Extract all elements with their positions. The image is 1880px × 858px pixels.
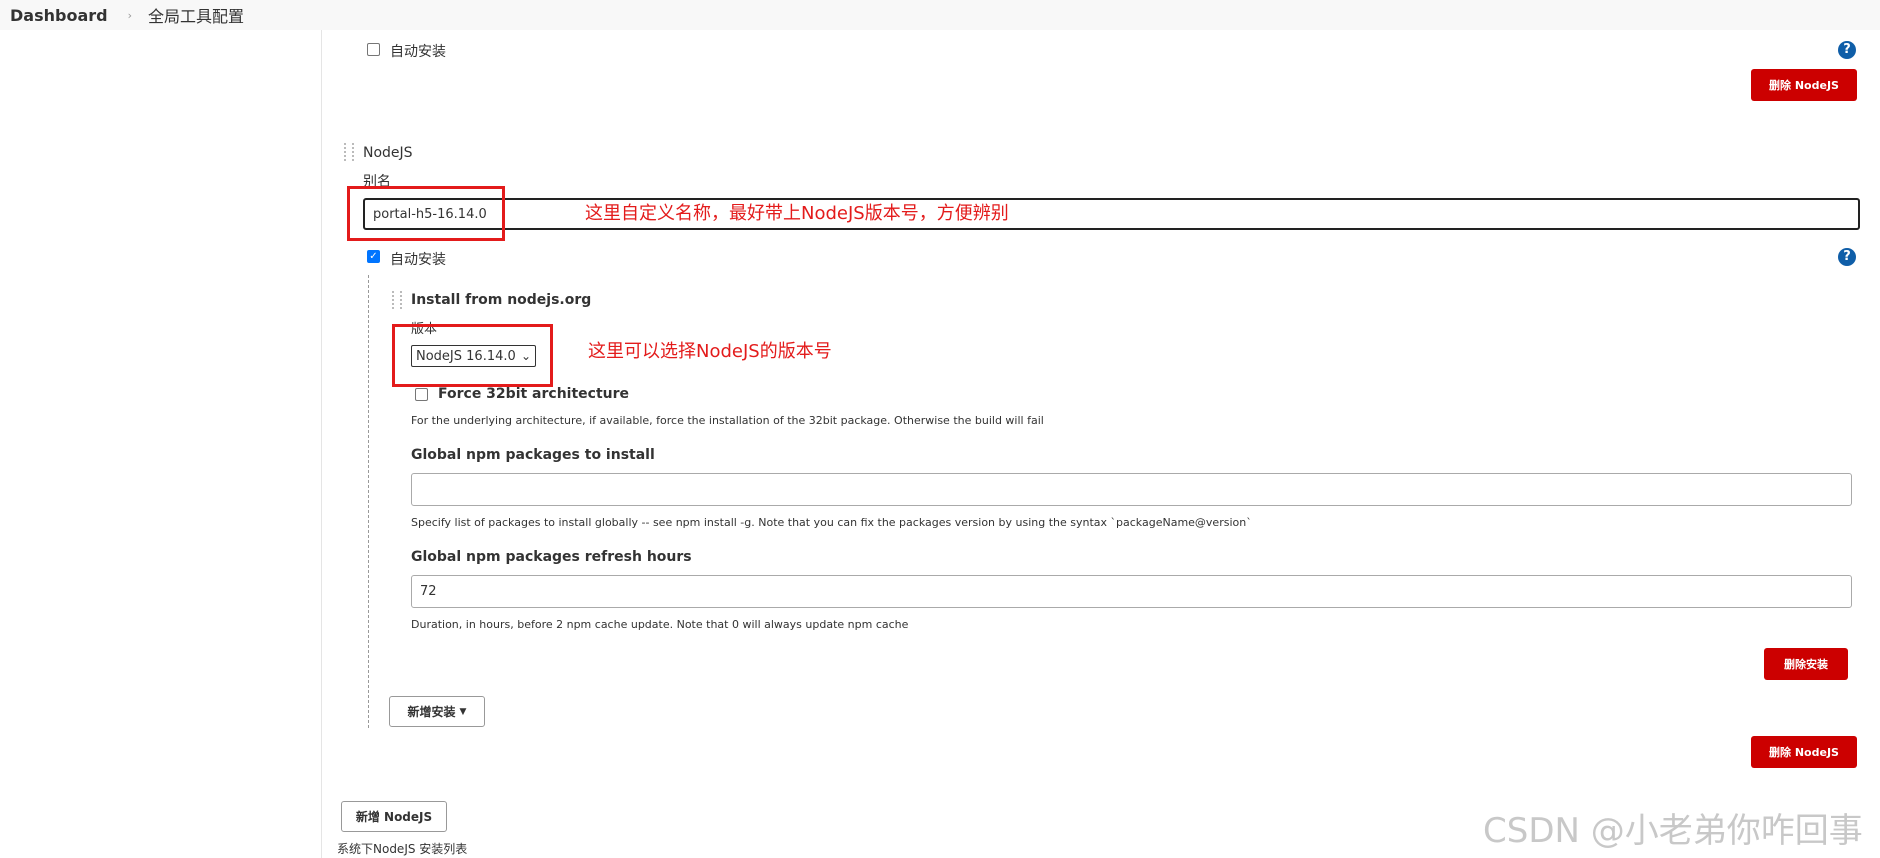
watermark: CSDN @小老弟你咋回事 xyxy=(1483,811,1863,851)
caret-down-icon: ▼ xyxy=(459,706,467,717)
version-highlight-box xyxy=(392,324,553,387)
version-annotation: 这里可以选择NodeJS的版本号 xyxy=(588,341,832,362)
drag-handle-icon[interactable] xyxy=(344,143,354,161)
breadcrumb-dashboard-link[interactable]: Dashboard xyxy=(10,6,108,25)
add-nodejs-button[interactable]: 新增 NodeJS xyxy=(341,801,447,832)
add-installer-label: 新增安装 xyxy=(407,705,456,719)
global-packages-description: Specify list of packages to install glob… xyxy=(411,516,1252,529)
installer-title: Install from nodejs.org xyxy=(411,292,592,308)
footer-text: 系统下NodeJS 安装列表 xyxy=(337,842,468,856)
force32-description: For the underlying architecture, if avai… xyxy=(411,414,1044,427)
delete-installer-button[interactable]: 删除安装 xyxy=(1764,648,1848,680)
top-auto-install-label: 自动安装 xyxy=(390,44,446,60)
delete-nodejs-button-top[interactable]: 删除 NodeJS xyxy=(1751,69,1857,101)
nodejs-section-title: NodeJS xyxy=(363,145,413,161)
refresh-hours-description: Duration, in hours, before 2 npm cache u… xyxy=(411,618,909,631)
add-installer-button[interactable]: 新增安装 ▼ xyxy=(389,696,485,727)
global-packages-input[interactable] xyxy=(411,473,1852,506)
alias-highlight-box xyxy=(347,186,505,241)
alias-annotation: 这里自定义名称，最好带上NodeJS版本号，方便辨别 xyxy=(585,203,1009,224)
auto-install-label: 自动安装 xyxy=(390,252,446,268)
help-icon[interactable]: ? xyxy=(1838,248,1856,266)
breadcrumb: Dashboard › 全局工具配置 xyxy=(0,0,1880,30)
help-icon[interactable]: ? xyxy=(1838,41,1856,59)
force32-checkbox[interactable] xyxy=(415,388,428,401)
refresh-hours-label: Global npm packages refresh hours xyxy=(411,549,692,565)
top-auto-install-checkbox[interactable] xyxy=(367,43,380,56)
force32-label: Force 32bit architecture xyxy=(438,386,630,402)
refresh-hours-value: 72 xyxy=(420,584,437,599)
installer-container-border xyxy=(368,275,369,728)
auto-install-checkbox[interactable]: ✓ xyxy=(367,250,380,263)
breadcrumb-current: 全局工具配置 xyxy=(147,7,244,26)
sidebar-divider xyxy=(321,30,322,858)
refresh-hours-input[interactable]: 72 xyxy=(411,575,1852,608)
breadcrumb-chevron-icon: › xyxy=(127,8,132,22)
delete-nodejs-button[interactable]: 删除 NodeJS xyxy=(1751,736,1857,768)
installer-drag-handle-icon[interactable] xyxy=(392,291,402,309)
global-packages-label: Global npm packages to install xyxy=(411,447,655,463)
